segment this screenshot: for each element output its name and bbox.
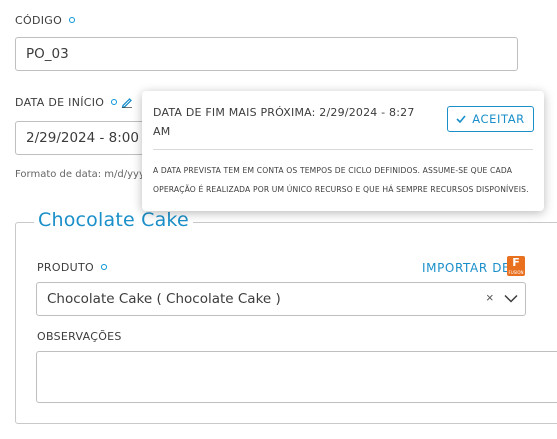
fusion-icon-letter: F (512, 256, 520, 269)
produto-select[interactable]: Chocolate Cake ( Chocolate Cake ) (36, 282, 526, 316)
date-format-hint: Formato de data: m/d/yyyy (15, 169, 142, 180)
fusion-icon[interactable]: F FUSION (507, 256, 525, 276)
codigo-label-text: CÓDIGO (15, 14, 63, 27)
check-icon (456, 115, 466, 123)
codigo-input[interactable]: PO_03 (15, 37, 518, 71)
codigo-label: CÓDIGO (15, 14, 76, 27)
produto-value: Chocolate Cake ( Chocolate Cake ) (47, 291, 281, 307)
codigo-value: PO_03 (26, 46, 69, 62)
earliest-end-date-text: DATA DE FIM MAIS PRÓXIMA: 2/29/2024 - 8:… (153, 106, 415, 138)
popup-note: A DATA PREVISTA TEM EM CONTA OS TEMPOS D… (153, 166, 529, 194)
required-dot-icon (111, 99, 118, 105)
import-from-link[interactable]: IMPORTAR DE (422, 261, 510, 275)
accept-button[interactable]: ACEITAR (447, 106, 534, 132)
clear-icon[interactable]: × (486, 290, 494, 305)
produto-label-text: PRODUTO (37, 261, 94, 274)
required-dot-icon (100, 264, 107, 270)
product-section-title: Chocolate Cake (34, 209, 193, 231)
data-inicio-label: DATA DE INÍCIO (15, 96, 118, 109)
accept-button-label: ACEITAR (472, 112, 525, 126)
observacoes-label: OBSERVAÇÕES (37, 330, 122, 343)
observacoes-textarea[interactable] (36, 351, 557, 403)
required-dot-icon (69, 17, 76, 23)
data-inicio-label-text: DATA DE INÍCIO (15, 96, 105, 109)
end-date-popup: DATA DE FIM MAIS PRÓXIMA: 2/29/2024 - 8:… (142, 91, 544, 211)
fusion-icon-caption: FUSION (508, 270, 524, 275)
produto-label: PRODUTO (37, 261, 107, 274)
popup-divider (153, 149, 533, 150)
pencil-icon[interactable] (121, 96, 133, 108)
chevron-down-icon[interactable] (504, 294, 518, 303)
